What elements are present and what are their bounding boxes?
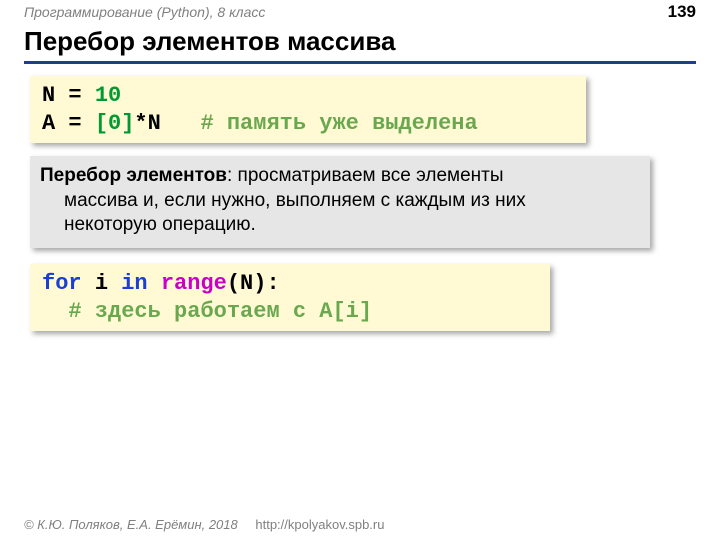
- slide: Программирование (Python), 8 класс 139 П…: [0, 0, 720, 540]
- slide-title: Перебор элементов массива: [24, 26, 696, 64]
- header-course: Программирование (Python), 8 класс: [24, 4, 265, 20]
- footer-link: http://kpolyakov.spb.ru: [255, 517, 384, 532]
- code-text: N = 10 A = [0]*N # память уже выделена: [42, 83, 478, 136]
- footer: © К.Ю. Поляков, Е.А. Ерёмин, 2018 http:/…: [24, 517, 384, 532]
- explanation-box: Перебор элементов: просматриваем все эле…: [30, 156, 650, 248]
- code-block-loop: for i in range(N): # здесь работаем с A[…: [30, 264, 550, 331]
- page-number: 139: [668, 2, 696, 22]
- code-block-init: N = 10 A = [0]*N # память уже выделена: [30, 76, 586, 143]
- explain-line3: некоторую операцию.: [40, 213, 640, 238]
- footer-copyright: © К.Ю. Поляков, Е.А. Ерёмин, 2018: [24, 517, 238, 532]
- explain-line1: Перебор элементов: просматриваем все эле…: [40, 165, 504, 186]
- explain-line2: массива и, если нужно, выполняем с кажды…: [40, 189, 640, 214]
- code-text: for i in range(N): # здесь работаем с A[…: [42, 271, 372, 324]
- header: Программирование (Python), 8 класс 139: [0, 0, 720, 24]
